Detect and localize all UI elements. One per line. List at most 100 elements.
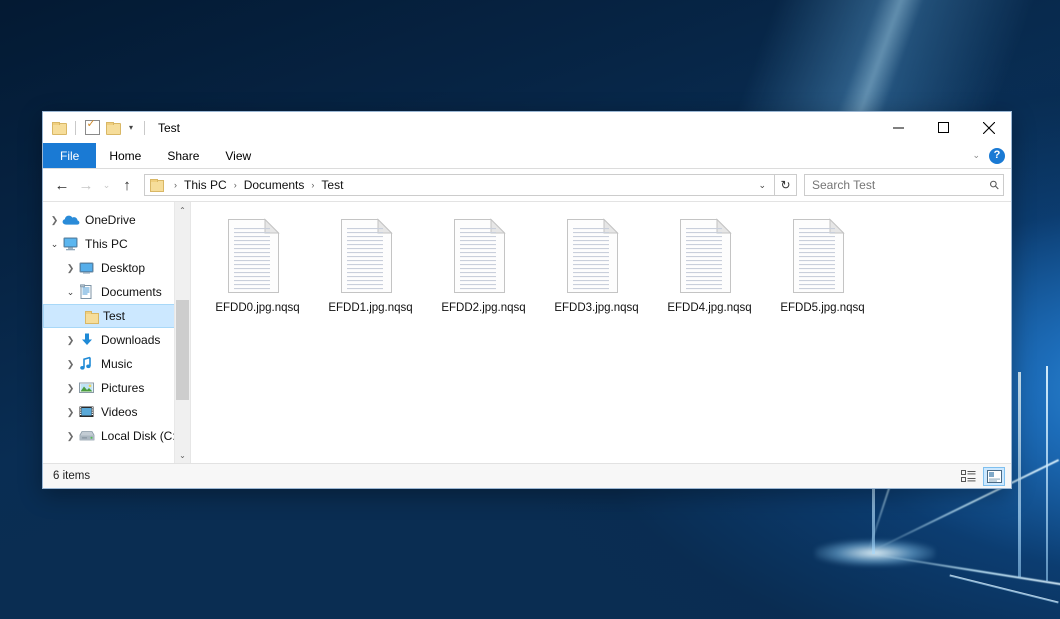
breadcrumb-this-pc[interactable]: This PC: [182, 178, 229, 192]
qat-separator-1: [75, 121, 76, 135]
tab-file[interactable]: File: [43, 143, 96, 168]
sidebar-item-local-disk[interactable]: ❯ Local Disk (C:): [43, 424, 190, 448]
folder-icon: [84, 310, 98, 322]
sidebar-item-pictures[interactable]: ❯ Pictures: [43, 376, 190, 400]
sidebar-scrollbar[interactable]: ⌃ ⌄: [174, 202, 190, 463]
desktop-icon: [78, 260, 96, 276]
documents-icon: [78, 284, 96, 300]
sidebar-item-downloads[interactable]: ❯ Downloads: [43, 328, 190, 352]
file-grid: EFDD0.jpg.nqsq EFDD1.jpg.nqsq EFDD2.jpg.…: [201, 214, 1011, 332]
up-button[interactable]: ↑: [115, 173, 139, 197]
document-icon: [340, 218, 402, 296]
explorer-body: ❯ OneDrive ⌄: [43, 201, 1011, 463]
sidebar-item-onedrive[interactable]: ❯ OneDrive: [43, 208, 190, 232]
sidebar-label: Documents: [101, 285, 162, 299]
window-controls: [876, 112, 1011, 143]
search-box[interactable]: ⚲: [804, 174, 1004, 196]
details-view-button[interactable]: [957, 467, 979, 486]
file-item[interactable]: EFDD2.jpg.nqsq: [427, 214, 540, 332]
title-bar: ▾ Test: [43, 112, 1011, 143]
chevron-down-icon[interactable]: ⌄: [63, 287, 78, 298]
chevron-right-icon[interactable]: ❯: [63, 335, 78, 346]
file-item[interactable]: EFDD4.jpg.nqsq: [653, 214, 766, 332]
sidebar-label: This PC: [85, 237, 128, 251]
sidebar-label: Downloads: [101, 333, 160, 347]
chevron-right-icon[interactable]: ❯: [47, 215, 62, 226]
view-buttons: [957, 467, 1005, 486]
chevron-right-icon[interactable]: ❯: [63, 431, 78, 442]
file-name-label: EFDD2.jpg.nqsq: [441, 302, 525, 314]
onedrive-icon: [62, 212, 80, 228]
sidebar-item-documents[interactable]: ⌄ Documents: [43, 280, 190, 304]
downloads-icon: [78, 332, 96, 348]
sidebar-label: OneDrive: [85, 213, 136, 227]
help-icon[interactable]: ?: [989, 148, 1005, 164]
chevron-right-icon[interactable]: ❯: [63, 383, 78, 394]
scrollbar-thumb[interactable]: [176, 300, 189, 400]
scroll-up-icon[interactable]: ⌃: [175, 202, 190, 218]
file-explorer-window: ▾ Test File Home Share View: [42, 111, 1012, 489]
window-title: Test: [158, 121, 180, 135]
address-bar[interactable]: › This PC › Documents › Test ⌄: [144, 174, 775, 196]
qat-separator-2: [144, 121, 145, 135]
sidebar-label: Music: [101, 357, 132, 371]
navigation-pane: ❯ OneDrive ⌄: [43, 202, 190, 463]
file-item[interactable]: EFDD1.jpg.nqsq: [314, 214, 427, 332]
file-item[interactable]: EFDD3.jpg.nqsq: [540, 214, 653, 332]
file-item[interactable]: EFDD5.jpg.nqsq: [766, 214, 879, 332]
search-input[interactable]: [812, 178, 990, 192]
new-folder-icon[interactable]: [104, 119, 122, 137]
document-icon: [566, 218, 628, 296]
tab-home[interactable]: Home: [96, 143, 154, 168]
back-button[interactable]: ←: [50, 173, 74, 197]
sidebar-item-music[interactable]: ❯ Music: [43, 352, 190, 376]
chevron-right-icon[interactable]: ❯: [63, 359, 78, 370]
breadcrumb-separator-1: ›: [229, 180, 242, 190]
file-name-label: EFDD3.jpg.nqsq: [554, 302, 638, 314]
navigation-tree: ❯ OneDrive ⌄: [43, 202, 190, 448]
item-count-label: 6 items: [53, 470, 90, 482]
tab-share[interactable]: Share: [154, 143, 212, 168]
properties-icon[interactable]: [83, 119, 101, 137]
sidebar-item-this-pc[interactable]: ⌄ This PC: [43, 232, 190, 256]
chevron-right-icon[interactable]: ❯: [63, 407, 78, 418]
large-icons-view-button[interactable]: [983, 467, 1005, 486]
file-name-label: EFDD1.jpg.nqsq: [328, 302, 412, 314]
refresh-button[interactable]: ↻: [775, 174, 797, 196]
document-icon: [679, 218, 741, 296]
folder-icon[interactable]: [50, 119, 68, 137]
file-item[interactable]: EFDD0.jpg.nqsq: [201, 214, 314, 332]
ribbon-right-controls: ⌄ ?: [972, 143, 1005, 168]
sidebar-item-test[interactable]: Test: [43, 304, 190, 328]
close-button[interactable]: [966, 112, 1011, 143]
chevron-right-icon[interactable]: ❯: [63, 263, 78, 274]
breadcrumb-separator-2: ›: [306, 180, 319, 190]
expand-ribbon-icon[interactable]: ⌄: [972, 150, 980, 161]
recent-locations-button[interactable]: ⌄: [98, 173, 115, 197]
breadcrumb-test[interactable]: Test: [319, 178, 345, 192]
sidebar-item-desktop[interactable]: ❯ Desktop: [43, 256, 190, 280]
chevron-down-icon[interactable]: ⌄: [47, 239, 62, 250]
ribbon-tab-bar: File Home Share View ⌄ ?: [43, 143, 1011, 169]
breadcrumb-separator-0: ›: [169, 180, 182, 190]
scroll-down-icon[interactable]: ⌄: [175, 447, 190, 463]
sidebar-label: Pictures: [101, 381, 144, 395]
videos-icon: [78, 404, 96, 420]
file-name-label: EFDD5.jpg.nqsq: [780, 302, 864, 314]
address-bar-row: ← → ⌄ ↑ › This PC › Documents › Test ⌄ ↻…: [43, 169, 1011, 201]
quick-access-toolbar: ▾ Test: [43, 119, 180, 137]
sidebar-label: Test: [103, 309, 125, 323]
pictures-icon: [78, 380, 96, 396]
address-dropdown-icon[interactable]: ⌄: [752, 180, 772, 191]
document-icon: [227, 218, 289, 296]
desktop: ▾ Test File Home Share View: [0, 0, 1060, 619]
minimize-button[interactable]: [876, 112, 921, 143]
breadcrumb-documents[interactable]: Documents: [242, 178, 307, 192]
sidebar-label: Desktop: [101, 261, 145, 275]
file-list-pane[interactable]: EFDD0.jpg.nqsq EFDD1.jpg.nqsq EFDD2.jpg.…: [190, 202, 1011, 463]
breadcrumb-folder-icon: [150, 179, 164, 191]
tab-view[interactable]: View: [212, 143, 264, 168]
sidebar-item-videos[interactable]: ❯: [43, 400, 190, 424]
chevron-down-icon[interactable]: ▾: [125, 119, 137, 137]
maximize-button[interactable]: [921, 112, 966, 143]
